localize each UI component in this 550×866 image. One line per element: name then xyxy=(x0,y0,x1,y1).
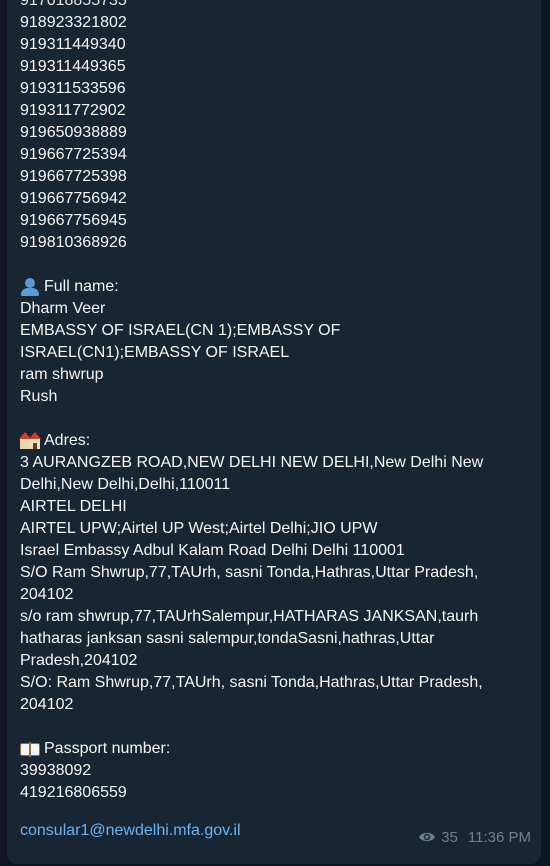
address-value: s/o ram shwrup,77,TAUrhSalempur,HATHARAS… xyxy=(20,608,479,669)
phone-number: 919667756942 xyxy=(20,190,127,207)
passport-value: 419216806559 xyxy=(20,784,127,801)
phone-number: 919667725394 xyxy=(20,146,127,163)
passport-section: Passport number: 39938092 419216806559 xyxy=(20,738,541,804)
phone-number-list: 918923321802 919311449340 919311449365 9… xyxy=(20,12,541,254)
message-meta: 35 11:36 PM xyxy=(418,829,531,846)
phone-number: 919311449365 xyxy=(20,58,126,75)
phone-number: 919810368926 xyxy=(20,234,127,251)
full-name-value: EMBASSY OF ISRAEL(CN 1);EMBASSY OF ISRAE… xyxy=(20,322,341,361)
phone-number: 919311449340 xyxy=(20,36,126,53)
address-section: Adres: 3 AURANGZEB ROAD,NEW DELHI NEW DE… xyxy=(19,430,541,716)
address-value: Israel Embassy Adbul Kalam Road Delhi De… xyxy=(20,542,405,559)
full-name-value: Rush xyxy=(20,388,58,405)
phone-number: 919311533596 xyxy=(20,80,126,97)
full-name-value: ram shwrup xyxy=(20,366,104,383)
open-book-icon xyxy=(20,740,42,758)
address-heading: Adres: xyxy=(19,430,541,452)
phone-number: 919667756945 xyxy=(20,212,127,229)
person-icon xyxy=(20,278,42,296)
phone-number: 918923321802 xyxy=(20,14,127,31)
address-label: Adres: xyxy=(44,432,91,449)
message-footer: consular1@newdelhi.mfa.gov.il 35 11:36 P… xyxy=(20,820,531,846)
phone-number: 919667725398 xyxy=(20,168,127,185)
email-link[interactable]: consular1@newdelhi.mfa.gov.il xyxy=(20,820,241,842)
full-name-value: Dharm Veer xyxy=(20,300,106,317)
phone-number: 919311772902 xyxy=(20,102,126,119)
cut-off-phone-number: 917018855735 xyxy=(20,0,127,9)
message-time: 11:36 PM xyxy=(467,828,531,846)
full-name-section: Full name: Dharm Veer EMBASSY OF ISRAEL(… xyxy=(20,276,541,408)
message-bubble: 917018855735 918923321802 919311449340 9… xyxy=(7,0,541,864)
passport-value: 39938092 xyxy=(20,762,92,779)
address-value: S/O Ram Shwrup,77,TAUrh, sasni Tonda,Hat… xyxy=(20,564,479,603)
address-value: AIRTEL DELHI xyxy=(20,498,127,515)
houses-icon xyxy=(19,432,42,450)
eye-icon xyxy=(418,831,436,843)
full-name-label: Full name: xyxy=(44,278,119,295)
passport-heading: Passport number: xyxy=(20,738,541,760)
address-value: 3 AURANGZEB ROAD,NEW DELHI NEW DELHI,New… xyxy=(20,454,484,493)
full-name-heading: Full name: xyxy=(20,276,541,298)
view-count: 35 xyxy=(441,828,458,846)
address-value: S/O: Ram Shwrup,77,TAUrh, sasni Tonda,Ha… xyxy=(20,674,483,713)
phone-number: 919650938889 xyxy=(20,124,127,141)
address-value: AIRTEL UPW;Airtel UP West;Airtel Delhi;J… xyxy=(20,520,378,537)
passport-label: Passport number: xyxy=(44,740,171,757)
